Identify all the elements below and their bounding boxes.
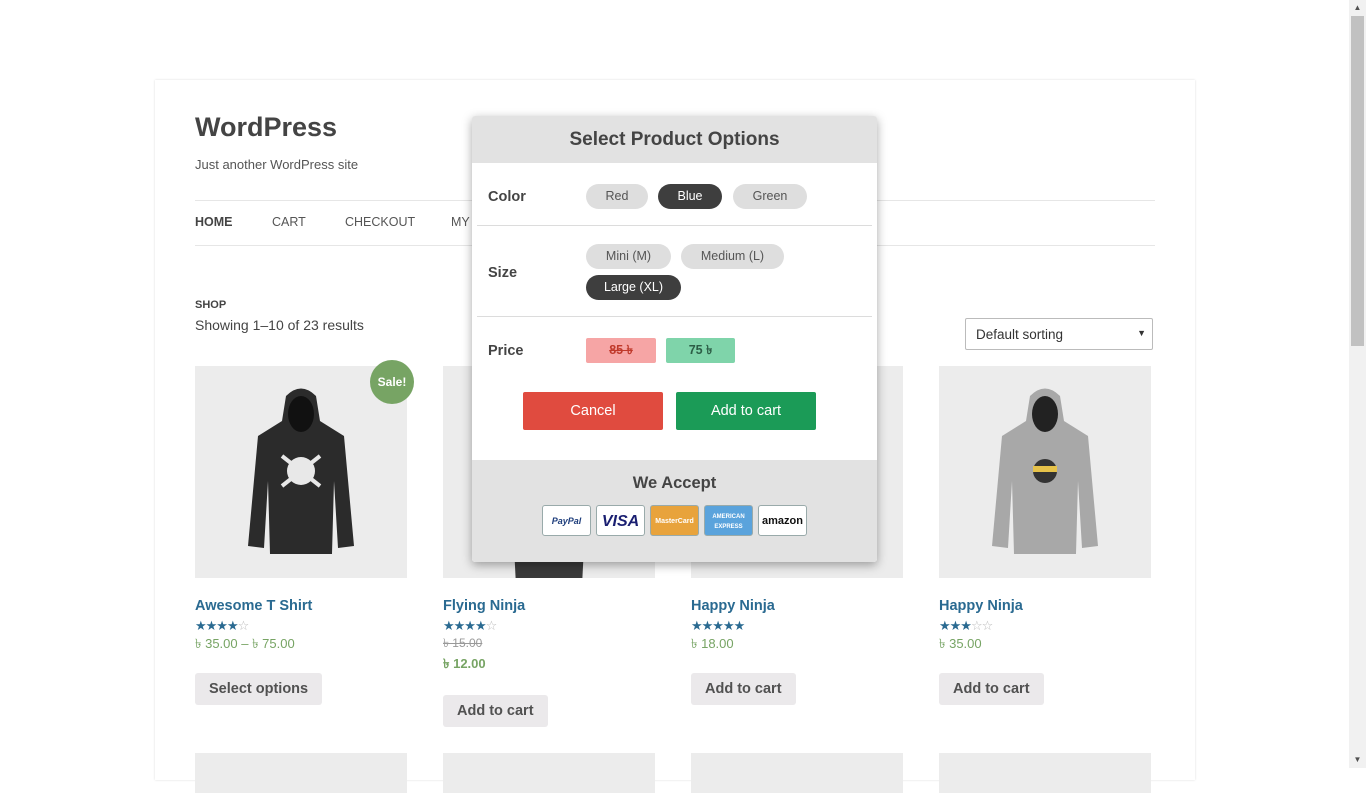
sorting-select[interactable]: Default sorting ▼ (965, 318, 1153, 350)
star-rating: ★★★☆☆ (939, 618, 993, 633)
product-image[interactable] (939, 366, 1151, 578)
product-price: ৳ 18.00 (691, 636, 734, 651)
sale-badge: Sale! (370, 360, 414, 404)
site-title[interactable]: WordPress (195, 112, 337, 143)
size-label: Size (488, 265, 518, 281)
sale-price: ৳ 12.00 (443, 656, 486, 671)
nav-item-checkout[interactable]: CHECKOUT (345, 215, 415, 229)
product-image-next-row[interactable] (195, 753, 407, 793)
visa-card-icon: VISA (596, 505, 645, 536)
hoodie-image (992, 388, 1098, 554)
original-price: ৳ 15.00 (443, 636, 483, 650)
add-to-cart-button[interactable]: Add to cart (691, 673, 796, 705)
modal-title: Select Product Options (472, 116, 877, 163)
color-option-blue[interactable]: Blue (658, 184, 722, 209)
product-card: Awesome T Shirt ★★★★☆ ৳ 35.00 – ৳ 75.00 … (195, 366, 407, 705)
scroll-up-icon[interactable]: ▲ (1349, 0, 1366, 16)
color-label: Color (488, 189, 526, 205)
breadcrumb: SHOP (195, 299, 227, 311)
we-accept-title: We Accept (632, 474, 717, 492)
amex-card-icon: AMERICAN EXPRESS (704, 505, 753, 536)
select-options-button[interactable]: Select options (195, 673, 323, 705)
product-price: ৳ 35.00 – ৳ 75.00 (195, 636, 295, 651)
sorting-selected-value: Default sorting (976, 327, 1064, 342)
add-to-cart-button[interactable]: Add to cart (443, 695, 548, 727)
color-option-green[interactable]: Green (733, 184, 807, 209)
scroll-down-icon[interactable]: ▼ (1349, 752, 1366, 768)
star-rating: ★★★★☆ (195, 618, 249, 633)
nav-item-cart[interactable]: CART (272, 215, 306, 229)
add-to-cart-button[interactable]: Add to cart (676, 392, 816, 430)
product-price: ৳ 35.00 (939, 636, 982, 651)
hoodie-image (248, 388, 354, 554)
result-count: Showing 1–10 of 23 results (195, 317, 364, 333)
nav-item-home[interactable]: HOME (195, 215, 233, 229)
paypal-card-icon: PayPal (542, 505, 591, 536)
original-price-tag: 85 ৳ (586, 338, 656, 363)
size-option-large[interactable]: Large (XL) (586, 275, 681, 300)
star-rating: ★★★★☆ (443, 618, 497, 633)
scroll-thumb[interactable] (1351, 16, 1364, 346)
product-image[interactable] (195, 366, 407, 578)
product-title[interactable]: Awesome T Shirt (195, 598, 407, 614)
payment-methods-section: We Accept PayPal VISA MasterCard AMERICA… (472, 460, 877, 562)
add-to-cart-button[interactable]: Add to cart (939, 673, 1044, 705)
product-options-modal: Select Product Options Color Red Blue Gr… (472, 116, 877, 562)
option-divider (477, 316, 872, 317)
site-description: Just another WordPress site (195, 157, 359, 172)
product-card: Happy Ninja ★★★☆☆ ৳ 35.00 Add to cart (939, 366, 1151, 705)
price-label: Price (488, 343, 524, 359)
mastercard-card-icon: MasterCard (650, 505, 699, 536)
cancel-button[interactable]: Cancel (523, 392, 663, 430)
nav-item-my-account[interactable]: MY (451, 215, 470, 229)
star-rating: ★★★★★ (691, 618, 745, 633)
product-title[interactable]: Happy Ninja (939, 598, 1151, 614)
product-title[interactable]: Flying Ninja (443, 598, 655, 614)
page-scrollbar[interactable]: ▲ ▼ (1349, 0, 1366, 768)
dropdown-arrow-icon: ▼ (1137, 328, 1146, 338)
product-title[interactable]: Happy Ninja (691, 598, 903, 614)
sale-price-tag: 75 ৳ (666, 338, 735, 363)
option-divider (477, 225, 872, 226)
size-option-medium[interactable]: Medium (L) (681, 244, 784, 269)
color-option-red[interactable]: Red (586, 184, 648, 209)
amazon-card-icon: amazon (758, 505, 807, 536)
product-image-next-row[interactable] (939, 753, 1151, 793)
product-image-next-row[interactable] (443, 753, 655, 793)
size-option-mini[interactable]: Mini (M) (586, 244, 671, 269)
product-image-next-row[interactable] (691, 753, 903, 793)
product-price: ৳ 15.00 ৳ 12.00 (443, 635, 655, 676)
